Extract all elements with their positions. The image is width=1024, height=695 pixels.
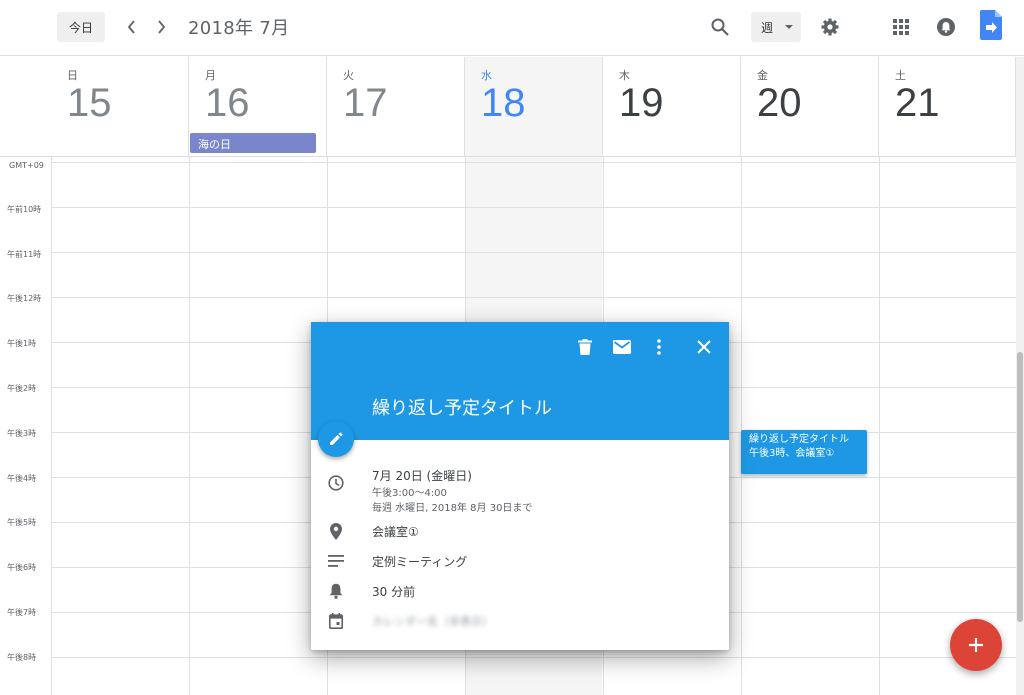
calendar-event[interactable]: 繰り返し予定タイトル 午後3時、会議室① [741, 430, 867, 474]
close-button[interactable] [693, 336, 715, 358]
time-label: 午前10時 [7, 205, 42, 214]
day-header-sat[interactable]: 土 21 [879, 57, 1016, 156]
day-header-tue[interactable]: 火 17 [327, 57, 465, 156]
hour-gridline [51, 657, 1016, 658]
view-selector-label: 週 [761, 20, 774, 35]
description-icon [327, 552, 345, 570]
next-week-button[interactable] [149, 14, 173, 40]
scrollbar-thumb[interactable] [1017, 352, 1023, 622]
time-label: 午後6時 [7, 563, 37, 572]
delete-button[interactable] [574, 336, 596, 358]
chevron-right-icon [158, 20, 166, 34]
time-label: 午後8時 [7, 653, 37, 662]
popup-event-title: 繰り返し予定タイトル [372, 398, 552, 419]
day-header-wed-today[interactable]: 水 18 [465, 57, 603, 156]
calendar-app-button[interactable] [977, 10, 1005, 40]
view-selector[interactable]: 週 [751, 12, 801, 42]
time-label: 午後12時 [7, 294, 42, 303]
today-button[interactable]: 今日 [57, 12, 105, 42]
email-guests-button[interactable] [611, 336, 633, 358]
calendar-icon [327, 612, 345, 630]
location-pin-icon [327, 522, 345, 540]
allday-event-holiday[interactable]: 海の日 [190, 133, 316, 153]
header-divider [0, 156, 1016, 157]
month-title: 2018年 7月 [188, 18, 290, 39]
event-title: 繰り返し予定タイトル [749, 434, 849, 445]
edit-event-button[interactable] [318, 421, 354, 457]
delete-icon [578, 339, 592, 355]
time-label: 午後1時 [7, 339, 37, 348]
top-bar: 今日 2018年 7月 週 [0, 0, 1024, 56]
close-icon [697, 340, 711, 354]
day-number[interactable]: 18 [481, 79, 526, 127]
time-label: 午後4時 [7, 474, 37, 483]
time-label: 午前11時 [7, 250, 42, 259]
event-reminder: 30 分前 [372, 585, 416, 599]
event-date: 7月 20日 (金曜日) [372, 469, 472, 483]
calendar-app-icon [980, 10, 1002, 40]
email-icon [613, 340, 631, 354]
settings-gear-icon [821, 18, 839, 36]
edit-pencil-icon [330, 432, 343, 445]
day-number[interactable]: 20 [757, 79, 802, 127]
hour-gridline [51, 252, 1016, 253]
popup-header: 繰り返し予定タイトル [311, 322, 729, 440]
more-vert-icon [657, 339, 661, 355]
day-header-fri[interactable]: 金 20 [741, 57, 879, 156]
notifications-icon [937, 18, 955, 36]
plus-icon [969, 638, 983, 652]
column-divider [741, 157, 742, 695]
event-time-place: 午後3時、会議室① [749, 448, 835, 459]
day-number[interactable]: 17 [343, 79, 388, 127]
search-button[interactable] [706, 13, 734, 41]
day-number[interactable]: 19 [619, 79, 664, 127]
event-recurrence: 毎週 水曜日, 2018年 8月 30日まで [372, 503, 533, 514]
notifications-button[interactable] [932, 13, 960, 41]
event-description: 定例ミーティング [372, 555, 468, 569]
time-label: 午後7時 [7, 608, 37, 617]
hour-gridline [51, 297, 1016, 298]
settings-button[interactable] [816, 13, 844, 41]
time-label: 午後2時 [7, 384, 37, 393]
timezone-label: GMT+09 [9, 161, 44, 170]
prev-week-button[interactable] [120, 14, 144, 40]
clock-icon [327, 474, 345, 492]
apps-grid-icon [893, 19, 909, 35]
event-location: 会議室① [372, 525, 419, 539]
day-header-thu[interactable]: 木 19 [603, 57, 741, 156]
day-number[interactable]: 16 [205, 79, 250, 127]
apps-button[interactable] [887, 13, 915, 41]
day-header-sun[interactable]: 日 15 [51, 57, 189, 156]
column-divider [189, 157, 190, 695]
time-label: 午後3時 [7, 429, 37, 438]
time-label: 午後5時 [7, 518, 37, 527]
column-divider [51, 157, 52, 695]
bell-icon [327, 582, 345, 600]
caret-down-icon [785, 25, 793, 29]
event-calendar-owner: カレンダー名（非表示） [372, 615, 493, 628]
chevron-left-icon [127, 20, 135, 34]
create-event-button[interactable] [950, 619, 1002, 671]
day-number[interactable]: 15 [67, 79, 112, 127]
search-icon [711, 18, 729, 36]
more-options-button[interactable] [648, 336, 670, 358]
column-divider [879, 157, 880, 695]
hour-gridline [51, 162, 1016, 163]
hour-gridline [51, 207, 1016, 208]
day-number[interactable]: 21 [895, 79, 940, 127]
event-detail-popup: 繰り返し予定タイトル 7月 20日 (金曜日) 午後3:00～4:00 毎週 水… [311, 322, 729, 650]
event-time-range: 午後3:00～4:00 [372, 488, 447, 499]
